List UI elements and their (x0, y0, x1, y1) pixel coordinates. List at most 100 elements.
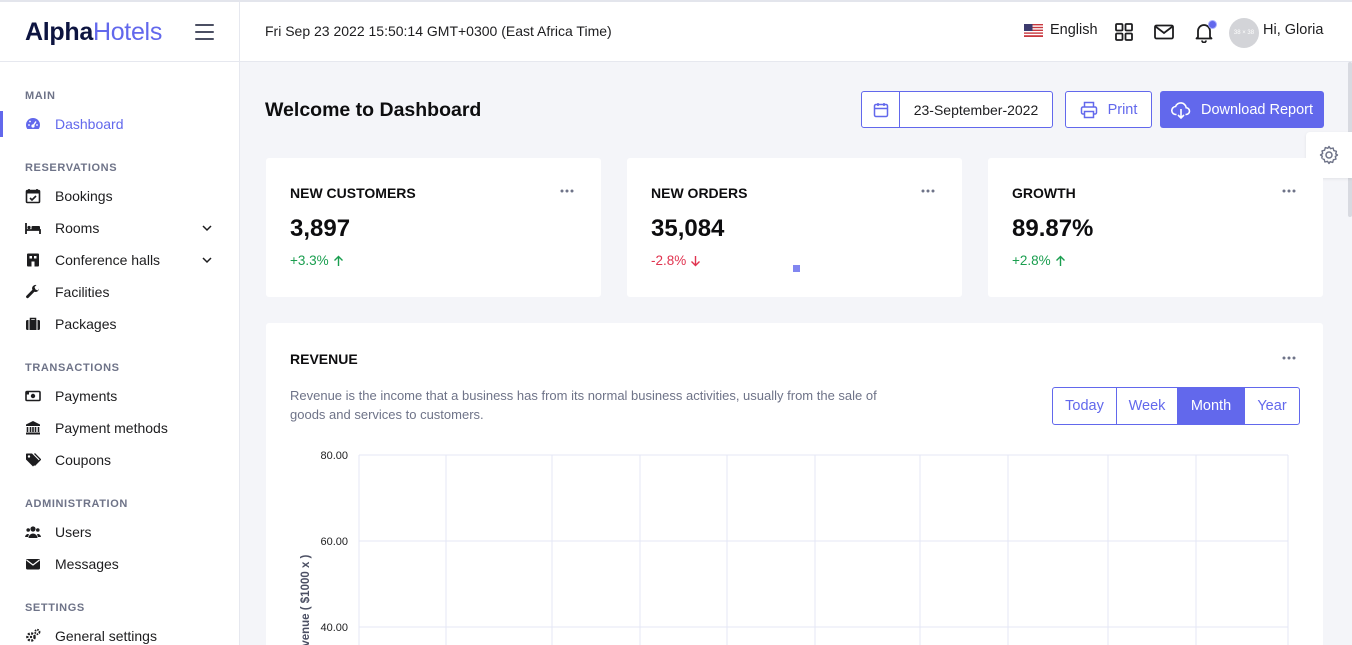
sidebar-item-label: Bookings (55, 188, 113, 204)
sidebar-item-label: Packages (55, 316, 117, 332)
users-icon (25, 526, 41, 538)
mail-icon[interactable] (1153, 21, 1175, 43)
menu-toggle-icon[interactable] (195, 24, 214, 40)
cloud-download-icon (1170, 101, 1191, 119)
avatar[interactable]: 38 × 38 (1229, 18, 1259, 48)
card-value: 35,084 (651, 215, 725, 242)
sidebar-item-conference-halls[interactable]: Conference halls (0, 247, 239, 273)
sidebar-item-dashboard[interactable]: Dashboard (0, 111, 239, 137)
download-label: Download Report (1200, 101, 1314, 118)
money-bill-icon (25, 390, 41, 402)
sidebar-item-label: Users (55, 524, 92, 540)
arrow-up-icon (1055, 255, 1065, 266)
revenue-description: Revenue is the income that a business ha… (290, 388, 877, 422)
brand-area: AlphaHotels (0, 2, 240, 62)
section-transactions: TRANSACTIONS (25, 362, 120, 374)
sidebar-item-facilities[interactable]: Facilities (0, 279, 239, 305)
download-report-button[interactable]: Download Report (1160, 91, 1324, 128)
change-text: +2.8% (1012, 253, 1051, 268)
card-title: NEW CUSTOMERS (290, 185, 416, 201)
arrow-down-icon (691, 255, 701, 266)
language-label: English (1050, 22, 1098, 38)
sidebar: AlphaHotels MAIN Dashboard RESERVATIONS … (0, 2, 240, 645)
sidebar-item-coupons[interactable]: Coupons (0, 447, 239, 473)
card-change: +2.8% (1012, 253, 1066, 268)
logo-part-hotels: Hotels (92, 18, 163, 46)
revenue-card: REVENUE Revenue is the income that a bus… (266, 323, 1323, 645)
current-datetime: Fri Sep 23 2022 15:50:14 GMT+0300 (East … (265, 23, 612, 39)
notification-dot (1208, 20, 1217, 29)
sidebar-item-label: Facilities (55, 284, 110, 300)
sidebar-item-label: Conference halls (55, 252, 161, 268)
app-logo[interactable]: AlphaHotels (25, 18, 162, 47)
card-value: 89.87% (1012, 215, 1094, 242)
top-header: Fri Sep 23 2022 15:50:14 GMT+0300 (East … (240, 2, 1352, 62)
sidebar-item-label: Payment methods (55, 420, 168, 436)
arrow-up-icon (333, 255, 343, 266)
cogs-icon (26, 628, 41, 642)
chevron-down-icon (202, 225, 212, 232)
sidebar-item-payment-methods[interactable]: Payment methods (0, 415, 239, 441)
dashboard-gauge-icon (26, 118, 40, 129)
y-tick-label: 40.00 (320, 622, 348, 634)
sidebar-item-users[interactable]: Users (0, 519, 239, 545)
calendar-icon (873, 102, 888, 117)
chevron-down-icon (202, 257, 212, 264)
date-value[interactable]: 23-September-2022 (900, 92, 1052, 127)
card-value: 3,897 (290, 215, 351, 242)
change-text: -2.8% (651, 253, 687, 268)
sidebar-item-messages[interactable]: Messages (0, 551, 239, 577)
sidebar-item-label: Messages (55, 556, 119, 572)
revenue-chart: 80.00 60.00 40.00 Revenue ( $1000 x ) (300, 450, 1289, 645)
logo-part-alpha: Alpha (25, 18, 93, 46)
section-settings: SETTINGS (25, 602, 85, 614)
date-picker[interactable]: 23-September-2022 (861, 91, 1053, 128)
period-today[interactable]: Today (1053, 388, 1117, 424)
bed-icon (25, 223, 41, 234)
wrench-icon (26, 284, 39, 299)
sidebar-item-bookings[interactable]: Bookings (0, 183, 239, 209)
sidebar-item-label: Coupons (55, 452, 112, 468)
section-main: MAIN (25, 90, 56, 102)
section-reservations: RESERVATIONS (25, 162, 118, 174)
sidebar-item-label: General settings (55, 628, 157, 644)
section-administration: ADMINISTRATION (25, 498, 128, 510)
period-year[interactable]: Year (1245, 388, 1299, 424)
period-week[interactable]: Week (1117, 388, 1178, 424)
period-month[interactable]: Month (1178, 388, 1245, 424)
print-button[interactable]: Print (1065, 91, 1152, 128)
page-title: Welcome to Dashboard (265, 99, 482, 121)
card-change: +3.3% (290, 253, 344, 268)
bank-icon (26, 421, 40, 435)
y-tick-label: 80.00 (320, 450, 348, 462)
calendar-button[interactable] (862, 92, 900, 127)
sidebar-item-rooms[interactable]: Rooms (0, 215, 239, 241)
stat-card-new-orders: NEW ORDERS 35,084 -2.8% (627, 158, 962, 297)
more-options-icon[interactable] (1281, 355, 1297, 361)
envelope-icon (26, 559, 40, 570)
sidebar-item-payments[interactable]: Payments (0, 383, 239, 409)
language-selector[interactable]: English (1024, 22, 1098, 38)
sidebar-item-label: Rooms (55, 220, 100, 236)
more-options-icon[interactable] (920, 188, 936, 194)
sidebar-item-packages[interactable]: Packages (0, 311, 239, 337)
tags-icon (26, 453, 41, 467)
print-label: Print (1107, 101, 1138, 118)
us-flag-icon (1024, 23, 1043, 37)
card-change: -2.8% (651, 253, 701, 268)
building-icon (27, 253, 39, 267)
more-options-icon[interactable] (559, 188, 575, 194)
apps-grid-icon[interactable] (1113, 21, 1135, 43)
stat-card-new-customers: NEW CUSTOMERS 3,897 +3.3% (266, 158, 601, 297)
sidebar-item-label: Payments (55, 388, 118, 404)
calendar-check-icon (25, 189, 41, 204)
printer-icon (1080, 101, 1097, 118)
stat-card-growth: GROWTH 89.87% +2.8% (988, 158, 1323, 297)
card-title: GROWTH (1012, 185, 1076, 201)
suitcase-icon (26, 317, 40, 330)
y-tick-label: 60.00 (320, 536, 348, 548)
sidebar-item-general-settings[interactable]: General settings (0, 623, 239, 645)
period-selector: Today Week Month Year (1052, 387, 1300, 425)
more-options-icon[interactable] (1281, 188, 1297, 194)
user-greeting[interactable]: Hi, Gloria (1263, 22, 1323, 38)
